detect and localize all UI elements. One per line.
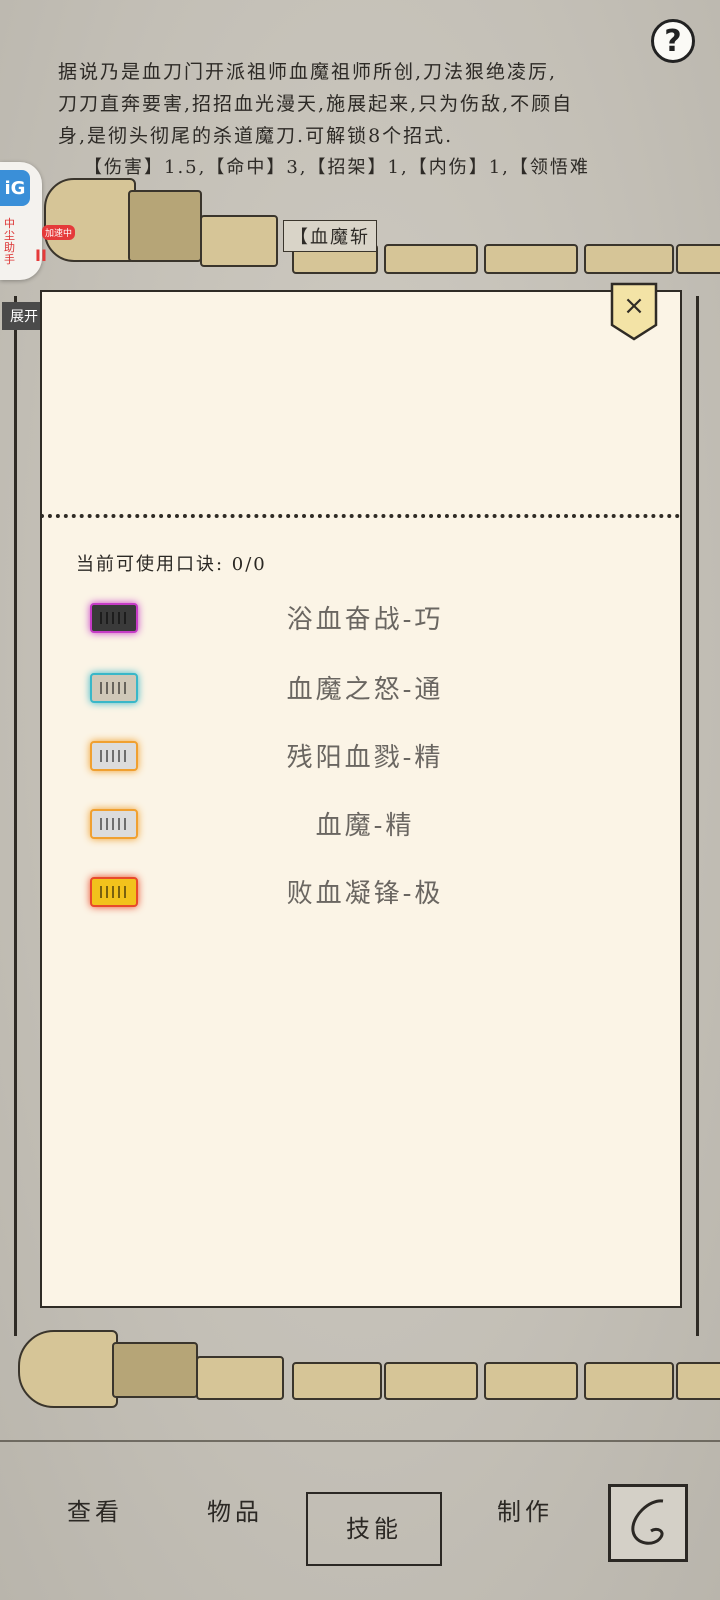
skill-name: 血魔之怒-通 [286,675,444,705]
speed-badge: 加速中 [42,225,76,240]
skill-row[interactable]: 败血凝锋-极 [90,873,670,915]
close-button[interactable]: × [609,281,659,343]
skill-row[interactable]: 血魔-精 [90,805,670,847]
skill-row[interactable]: 血魔之怒-通 [90,669,670,711]
skill-name: 浴血奋战-巧 [286,605,444,635]
skill-name: 残阳血戮-精 [286,743,444,773]
description-line: 身,是彻头彻尾的杀道魔刀.可解锁8个招式. [58,125,454,147]
skill-name: 败血凝锋-极 [286,879,444,909]
skill-name: 血魔-精 [315,811,415,841]
skill-row[interactable]: 残阳血戮-精 [90,737,670,779]
back-button[interactable] [608,1484,688,1562]
expand-label: 展开 [10,309,38,325]
assistant-label: 中尘助手 [4,217,15,266]
skill-panel [40,290,682,1308]
back-icon [631,1499,664,1545]
tab-view[interactable]: 查看 [50,1490,140,1534]
tab-items[interactable]: 物品 [190,1490,280,1534]
close-icon: × [623,291,645,321]
tab-craft[interactable]: 制作 [480,1490,570,1534]
skill-tab-title[interactable]: 【血魔斩 [283,220,377,252]
assistant-logo-icon: iG [0,170,30,206]
description-line: 刀刀直奔要害,招招血光漫天,施展起来,只为伤敌,不顾自 [58,93,574,115]
skill-stats: 【伤害】1.5,【命中】3,【招架】1,【内伤】1,【领悟难 [84,157,590,178]
skill-row[interactable]: 浴血奋战-巧 [90,599,670,641]
quota-label: 当前可使用口诀: 0/0 [76,554,267,575]
tab-skills[interactable]: 技能 [306,1492,442,1566]
pause-icon[interactable]: II [35,246,47,265]
description-line: 据说乃是血刀门开派祖师血魔祖师所创,刀法狠绝凌厉, [58,61,558,83]
bottom-divider [0,1440,720,1442]
skill-description: 据说乃是血刀门开派祖师血魔祖师所创,刀法狠绝凌厉, 刀刀直奔要害,招招血光漫天,… [58,56,658,152]
divider [40,514,680,518]
